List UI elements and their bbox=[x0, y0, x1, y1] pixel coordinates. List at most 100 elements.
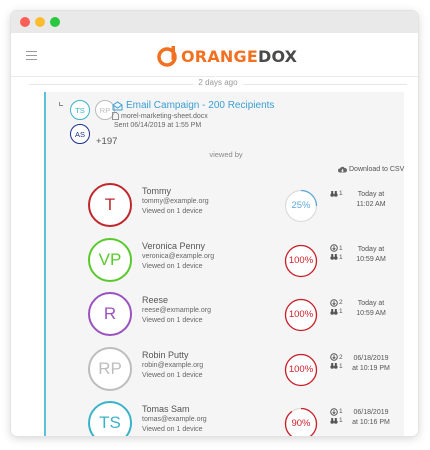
download-icon bbox=[330, 353, 338, 361]
viewer-devices: Viewed on 1 device bbox=[142, 262, 203, 270]
view-stats: 1 bbox=[330, 189, 346, 198]
viewed-time: Today at 10:59 AM bbox=[346, 245, 396, 265]
campaign-file-name: morel-marketing-sheet.docx bbox=[121, 112, 208, 120]
viewer-devices: Viewed on 1 device bbox=[142, 426, 203, 433]
close-window-button[interactable] bbox=[20, 17, 30, 27]
viewer-avatar: VP bbox=[88, 237, 132, 282]
collapse-toggle-icon[interactable] bbox=[59, 102, 63, 106]
orangedox-logo[interactable]: ORANGEDOX bbox=[156, 45, 297, 67]
viewer-email: reese@exmample.org bbox=[142, 307, 211, 314]
maximize-window-button[interactable] bbox=[50, 17, 60, 27]
viewer-devices: Viewed on 1 device bbox=[142, 317, 203, 324]
view-progress-ring: 100% bbox=[284, 298, 318, 332]
stat-value: 1 bbox=[339, 408, 343, 415]
viewer-avatar: R bbox=[88, 292, 132, 336]
viewed-time-line2: 10:59 AM bbox=[356, 310, 386, 317]
stat-line: 1 bbox=[330, 362, 346, 371]
day-separator: 2 days ago bbox=[29, 78, 407, 90]
view-progress-ring: 90% bbox=[284, 407, 318, 436]
viewer-name: Reese bbox=[142, 295, 169, 305]
binoculars-icon bbox=[330, 308, 338, 315]
viewed-time: Today at 11:02 AM bbox=[346, 190, 396, 210]
stat-value: 1 bbox=[339, 308, 343, 315]
stat-value: 1 bbox=[339, 190, 343, 197]
viewer-name: Veronica Penny bbox=[142, 240, 206, 251]
download-csv-link[interactable]: Download to CSV bbox=[338, 166, 404, 173]
stat-line: 1 bbox=[330, 253, 346, 262]
day-separator-label: 2 days ago bbox=[193, 78, 243, 87]
browser-window: ORANGEDOX 2 days ago TS RP AS +197 Email C… bbox=[11, 11, 418, 436]
viewer-email: robin@example.org bbox=[142, 361, 204, 369]
view-stats: 11 bbox=[330, 407, 346, 425]
view-percent: 25% bbox=[291, 200, 311, 211]
download-icon bbox=[330, 244, 338, 252]
stat-line: 1 bbox=[330, 189, 346, 198]
extra-recipients-count: +197 bbox=[96, 136, 118, 147]
viewer-name: Tomas Sam bbox=[142, 404, 190, 414]
view-percent: 100% bbox=[288, 254, 314, 266]
download-csv-label: Download to CSV bbox=[349, 166, 405, 173]
stat-value: 1 bbox=[339, 244, 343, 252]
app-header: ORANGEDOX bbox=[11, 33, 418, 77]
viewer-devices: Viewed on 1 device bbox=[142, 208, 203, 215]
download-icon bbox=[330, 407, 338, 416]
view-stats: 21 bbox=[330, 298, 346, 316]
viewed-time: 06/18/2019 at 10:16 PM bbox=[346, 408, 396, 428]
viewer-name: Tommy bbox=[142, 186, 171, 196]
document-icon bbox=[112, 112, 119, 120]
view-percent: 100% bbox=[288, 309, 314, 320]
view-percent: 100% bbox=[288, 363, 314, 375]
download-icon bbox=[330, 298, 338, 307]
viewer-devices: Viewed on 1 device bbox=[142, 371, 203, 379]
viewed-time: Today at 10:59 AM bbox=[346, 299, 396, 319]
logo-text: ORANGEDOX bbox=[181, 46, 298, 66]
viewer-row[interactable]: T Tommy tommy@example.org Viewed on 1 devic… bbox=[46, 178, 406, 232]
viewed-by-label: viewed by bbox=[209, 150, 243, 159]
view-progress-ring: 100% bbox=[284, 244, 318, 278]
cloud-download-icon bbox=[338, 166, 347, 173]
viewer-email: tomas@example.org bbox=[142, 416, 207, 423]
orangedox-logo-icon bbox=[157, 46, 177, 67]
stat-value: 2 bbox=[339, 299, 343, 306]
viewed-time-line2: 10:59 AM bbox=[356, 255, 386, 263]
viewer-avatar: RP bbox=[88, 346, 132, 391]
open-envelope-icon bbox=[112, 100, 123, 110]
binoculars-icon bbox=[330, 190, 338, 197]
viewed-time-line1: Today at bbox=[357, 245, 385, 253]
stat-line: 1 bbox=[330, 416, 346, 425]
viewer-email: tommy@example.org bbox=[142, 198, 209, 205]
campaign-title-link[interactable]: Email Campaign - 200 Recipients bbox=[112, 100, 274, 111]
binoculars-icon bbox=[330, 417, 338, 424]
stat-line: 1 bbox=[330, 244, 346, 253]
stat-value: 1 bbox=[339, 253, 343, 261]
viewer-row[interactable]: RP Robin Putty robin@example.org Viewed on … bbox=[46, 342, 406, 396]
viewer-row[interactable]: VP Veronica Penny veronica@example.org View… bbox=[46, 233, 406, 287]
recipient-avatar[interactable]: TS bbox=[70, 100, 90, 120]
stat-line: 1 bbox=[330, 407, 346, 416]
campaign-file-link[interactable]: morel-marketing-sheet.docx bbox=[112, 112, 208, 120]
binoculars-icon bbox=[330, 363, 338, 369]
menu-icon[interactable] bbox=[26, 51, 37, 63]
viewed-time-line1: Today at bbox=[357, 300, 385, 307]
viewer-avatar: TS bbox=[88, 401, 132, 436]
stat-value: 1 bbox=[339, 362, 343, 370]
binoculars-icon bbox=[330, 254, 338, 260]
viewer-row[interactable]: R Reese reese@exmample.org Viewed on 1 devi… bbox=[46, 287, 406, 341]
campaign-title: Email Campaign - 200 Recipients bbox=[126, 100, 275, 111]
campaign-panel: TS RP AS +197 Email Campaign - 200 Recipie… bbox=[44, 92, 404, 436]
viewed-time-line2: at 10:19 PM bbox=[352, 364, 390, 372]
recipient-avatar[interactable]: AS bbox=[70, 124, 90, 144]
view-stats: 11 bbox=[330, 244, 346, 262]
stat-value: 2 bbox=[339, 353, 343, 361]
viewed-time-line1: Today at bbox=[357, 191, 385, 198]
viewer-row[interactable]: TS Tomas Sam tomas@example.org Viewed on 1 … bbox=[46, 396, 406, 436]
view-progress-ring: 25% bbox=[284, 189, 318, 223]
window-titlebar bbox=[11, 11, 418, 33]
view-progress-ring: 100% bbox=[284, 353, 318, 387]
viewed-time-line1: 06/18/2019 bbox=[353, 409, 389, 416]
view-stats: 21 bbox=[330, 353, 346, 371]
campaign-sent-date: Sent 06/14/2019 at 1:55 PM bbox=[114, 122, 202, 129]
view-percent: 90% bbox=[291, 418, 311, 429]
viewer-avatar: T bbox=[88, 183, 132, 227]
minimize-window-button[interactable] bbox=[35, 17, 45, 27]
